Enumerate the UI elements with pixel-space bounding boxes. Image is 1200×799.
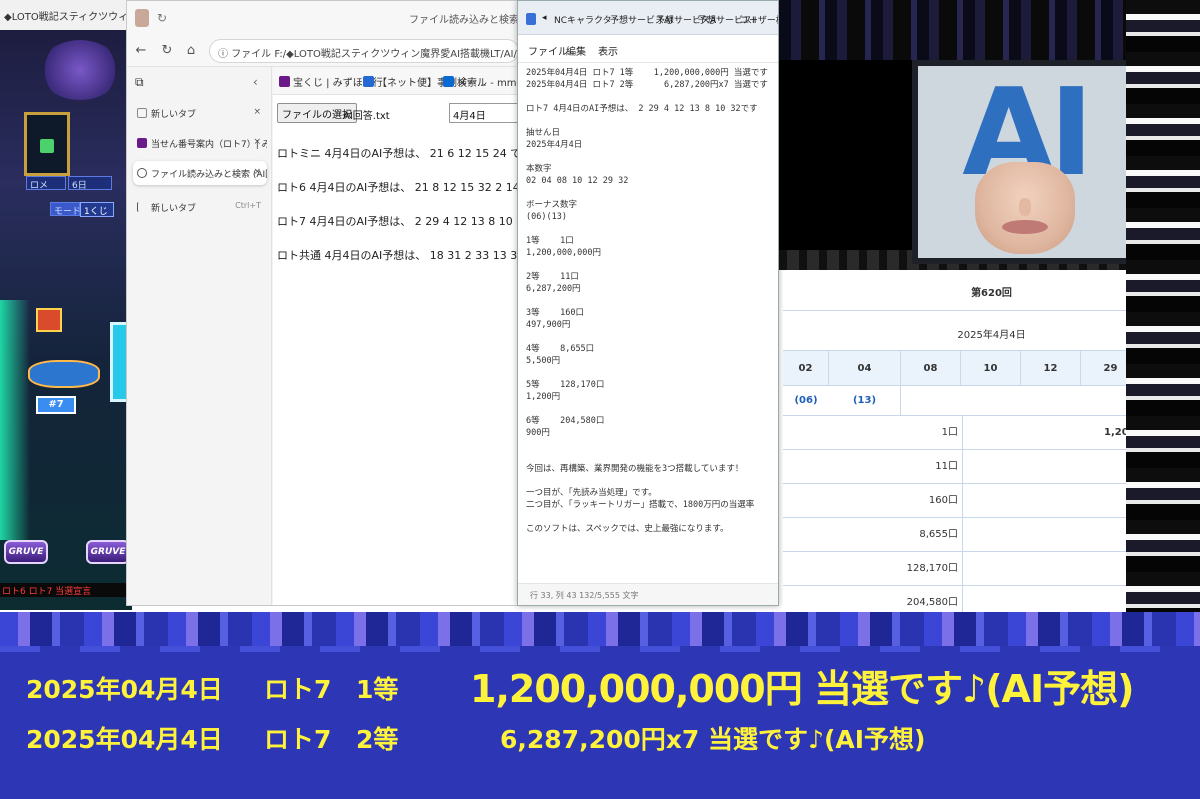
prize-winners: 128,170口 [783,552,963,586]
close-icon[interactable]: × [253,137,261,147]
nose [1019,198,1031,216]
banner-line2-message: 6,287,200円x7 当選です♪(AI予想) [500,725,926,754]
plus-icon [137,202,147,212]
game-select-2[interactable]: 6日 [68,176,112,190]
browser-window: ↻ ファイル読み込みと検索 (AI回答.t ← ↻ ⌂ ⓘ ファイル F:/◆L… [126,0,520,606]
emblem-icon [24,112,70,176]
notepad-status: 行 33, 列 43 132/5,555 文字 [518,583,778,605]
favorite-item[interactable]: メール - mm 出張会... [443,74,519,89]
net-icon [363,76,374,87]
game-logo-left: GRUVE [4,540,48,564]
menu-file[interactable]: ファイル [528,43,568,58]
main-number: 08 [901,351,961,387]
lips [1002,220,1048,234]
url-input[interactable]: ⓘ ファイル F:/◆LOTO戦記スティクツウィン魔界愛AI搭載機LT/AI/A… [209,39,519,63]
browser-titlebar: ↻ ファイル読み込みと検索 (AI回答.t [127,1,519,35]
pedestal [28,360,100,388]
pixel-pattern [0,646,1200,652]
collapse-sidebar-icon[interactable]: ‹ [253,75,258,89]
bonus-number: (06) [794,395,818,406]
close-icon[interactable]: × [253,107,261,117]
result-line: ロト共通 4月4日のAI予想は、 18 31 2 33 13 35 15です [277,249,519,262]
mode-select[interactable]: 1くじ [80,202,114,217]
sidebar-tab-mizuho[interactable]: 当せん番号案内（ロト7）| みずほ銀...× [133,131,267,155]
seven-badge[interactable]: #7 [36,396,76,414]
result-line: ロト7 4月4日のAI予想は、 2 29 4 12 13 8 10 32です [277,215,519,228]
main-number: 02 [783,351,829,387]
profile-avatar[interactable] [135,9,149,27]
refresh-tab-icon[interactable]: ↻ [157,11,167,25]
browser-tab-title[interactable]: ファイル読み込みと検索 (AI回答.t [409,11,519,26]
result-line: ロトミニ 4月4日のAI予想は、 21 6 12 15 24 です [277,147,520,160]
sidebar-tab-file-search[interactable]: ファイル読み込みと検索 (AI回答.txt)× [133,161,267,185]
reload-icon[interactable]: ↻ [159,43,175,58]
pixel-pattern [0,612,1200,646]
mode-label: モード [50,202,80,216]
page-icon [137,108,147,118]
home-icon[interactable]: ⌂ [183,43,199,58]
info-icon [137,168,147,178]
mizuho-icon [279,76,290,87]
prize-winners: 1口 [783,416,963,450]
game-select-1[interactable]: ロメ [26,176,66,190]
notepad-tab[interactable]: NCキャラクタ [554,13,612,26]
back-icon[interactable]: ← [133,43,149,58]
menu-view[interactable]: 表示 [598,43,618,58]
game-tab-title[interactable]: ◆LOTO戦記スティクツウィン魔界... [0,0,132,30]
sidebar-tab-new[interactable]: 新しいタブ × [133,101,267,125]
tab-actions-icon[interactable]: ⧉ [135,75,144,90]
date-search-input[interactable]: 4月4日 [449,103,519,123]
game-logo-right: GRUVE [86,540,130,564]
screen: ◆LOTO戦記スティクツウィン魔界... ロメ 6日 モード 1くじ #7 GR… [0,0,1200,799]
notepad-window: ◂ NCキャラクタ 予想サービスAI 予想サービスA 予想サービスⅡ ユーザー様… [517,0,779,606]
ticker: ロト6 ロト7 当選宣言 [0,583,132,597]
notepad-back-icon[interactable]: ◂ [542,13,547,23]
notepad-tabs: ◂ NCキャラクタ 予想サービスAI 予想サービスA 予想サービスⅡ ユーザー様… [518,1,778,35]
notepad-tab[interactable]: ユーザー様へ [740,13,778,26]
banner-line1-message: 1,200,000,000円 当選です♪(AI予想) [470,667,1134,711]
notepad-text[interactable]: 2025年04月4日 ロト7 1等 1,200,000,000円 当選です 20… [526,67,776,577]
url-text: F:/◆LOTO戦記スティクツウィン魔界愛AI搭載機LT/AI/AI搭載プログラ… [274,49,518,60]
result-line: ロト6 4月4日のAI予想は、 21 8 12 15 32 2 14です [277,181,520,194]
mizuho-icon [137,138,147,148]
face-illustration [975,162,1075,254]
game-window: ◆LOTO戦記スティクツウィン魔界... ロメ 6日 モード 1くじ #7 GR… [0,0,132,610]
bonus-number: (13) [829,386,901,416]
prize-winners: 160口 [783,484,963,518]
banner-line1-date: 2025年04月4日 [26,675,223,704]
glow-decoration [0,300,30,540]
slot-icon [36,308,62,332]
banner-line2-tier: 2等 [356,725,399,754]
menu-edit[interactable]: 編集 [566,43,586,58]
page-content: ファイルの選択 AI回答.txt 4月4日 ロトミニ 4月4日のAI予想は、 2… [273,95,520,605]
main-number: 10 [961,351,1021,387]
info-icon: ⓘ [218,49,232,60]
winning-banner: 2025年04月4日 ロト7 1等 1,200,000,000円 当選です♪(A… [0,612,1200,799]
banner-line2-lotto: ロト7 [264,725,332,754]
ai-face-image: AI [912,60,1138,264]
creature-art [40,40,120,100]
banner-line1-lotto: ロト7 [264,675,332,704]
main-number: 04 [829,351,901,387]
notepad-menu: ファイル 編集 表示 [518,35,778,63]
notepad-icon [526,13,536,25]
banner-line2-date: 2025年04月4日 [26,725,223,754]
main-number: 12 [1021,351,1081,387]
close-icon[interactable]: × [253,167,261,177]
glitch-column [1126,0,1200,632]
sidebar-tab-new-2[interactable]: 新しいタブ Ctrl+T [133,195,267,219]
address-bar: ← ↻ ⌂ ⓘ ファイル F:/◆LOTO戦記スティクツウィン魔界愛AI搭載機L… [127,35,519,67]
favorites-bar: 宝くじ | みずほ銀行 【ネット便】事例検索... メール - mm 出張会..… [273,67,519,95]
vertical-tabs-sidebar: ⧉ ‹ 新しいタブ× 当せん番号案内（ロト7）| みずほ銀...× ファイル読み… [127,67,272,605]
prize-winners: 8,655口 [783,518,963,552]
address-prefix: ファイル [231,49,272,60]
banner-line1-tier: 1等 [356,675,399,704]
prize-winners: 11口 [783,450,963,484]
shortcut-hint: Ctrl+T [235,201,261,210]
selected-file-name: AI回答.txt [343,111,390,122]
mail-icon [443,76,454,87]
